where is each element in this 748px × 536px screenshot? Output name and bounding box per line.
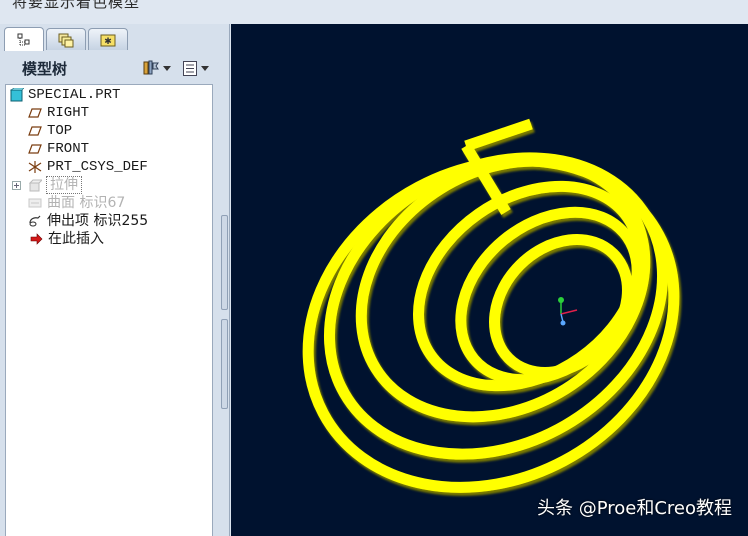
tree-item-label-wrap: 拉伸 — [46, 176, 82, 194]
tree-item-csys[interactable]: PRT_CSYS_DEF — [6, 158, 212, 176]
folder-browser-icon — [58, 33, 74, 47]
chevron-down-icon — [201, 65, 209, 71]
tree-show-icon — [183, 61, 197, 76]
tree-item-label: PRT_CSYS_DEF — [47, 159, 148, 175]
window-title-bar: 将要显示着色模型 — [0, 0, 748, 24]
expand-icon[interactable] — [12, 181, 21, 190]
tree-item-label: 曲面 标识67 — [47, 195, 126, 211]
datum-plane-icon — [28, 144, 42, 154]
tab-model-tree[interactable] — [4, 27, 44, 51]
tree-settings-button[interactable] — [142, 57, 171, 79]
datum-plane-icon — [28, 126, 42, 136]
chevron-down-icon — [163, 65, 171, 71]
tree-item-label: SPECIAL.PRT — [28, 87, 121, 103]
model-tree: SPECIAL.PRT RIGHT TOP FRONT PRT_CSYS_DEF… — [5, 84, 213, 536]
model-tree-title: 模型树 — [22, 60, 68, 78]
protrusion-icon — [29, 215, 41, 227]
insert-here-arrow-icon — [30, 233, 43, 245]
svg-text:✱: ✱ — [104, 37, 112, 47]
extrude-icon — [28, 179, 42, 192]
watermark-text: 头条 @Proe和Creo教程 — [536, 498, 732, 519]
tree-item-label: 伸出项 标识255 — [47, 213, 149, 229]
tree-item-extrude[interactable]: 拉伸 — [6, 176, 212, 194]
spring-model[interactable] — [231, 24, 748, 536]
tree-item-label: 拉伸 — [46, 176, 82, 194]
part-icon — [10, 88, 24, 102]
datum-plane-icon — [28, 108, 42, 118]
tree-item-top[interactable]: TOP — [6, 122, 212, 140]
model-tree-header: 模型树 — [4, 54, 220, 82]
window-title: 将要显示着色模型 — [12, 0, 141, 11]
tree-settings-icon — [143, 60, 159, 75]
tree-show-button[interactable] — [182, 57, 209, 79]
tree-item-label: FRONT — [47, 141, 90, 157]
spiral-coils — [302, 118, 680, 493]
csys-icon — [28, 161, 42, 173]
graphics-viewport[interactable]: 头条 @Proe和Creo教程 — [231, 24, 748, 536]
splitter-grip-upper[interactable] — [221, 215, 228, 310]
model-tree-icon — [17, 33, 30, 45]
tree-item-front[interactable]: FRONT — [6, 140, 212, 158]
tab-folder-browser[interactable] — [46, 28, 86, 50]
navigator-panel: ✱ 模型树 SPECIAL.PRT RIGHT TOP FRONT PRT_CS… — [0, 24, 230, 536]
navigator-tabs: ✱ — [0, 24, 230, 52]
tree-item-insert-here[interactable]: 在此插入 — [6, 230, 212, 248]
tree-item-part[interactable]: SPECIAL.PRT — [6, 86, 212, 104]
view-triad — [558, 297, 578, 326]
panel-splitter[interactable] — [220, 215, 229, 410]
tree-item-protrusion[interactable]: 伸出项 标识255 — [6, 212, 212, 230]
tree-item-label: TOP — [47, 123, 73, 139]
favorites-icon: ✱ — [100, 34, 116, 47]
tree-item-label: 在此插入 — [48, 231, 104, 247]
surface-icon — [28, 198, 42, 208]
tree-item-right[interactable]: RIGHT — [6, 104, 212, 122]
tab-favorites[interactable]: ✱ — [88, 28, 128, 50]
tree-item-surface[interactable]: 曲面 标识67 — [6, 194, 212, 212]
tree-item-label: RIGHT — [47, 105, 90, 121]
splitter-grip-lower[interactable] — [221, 319, 228, 409]
